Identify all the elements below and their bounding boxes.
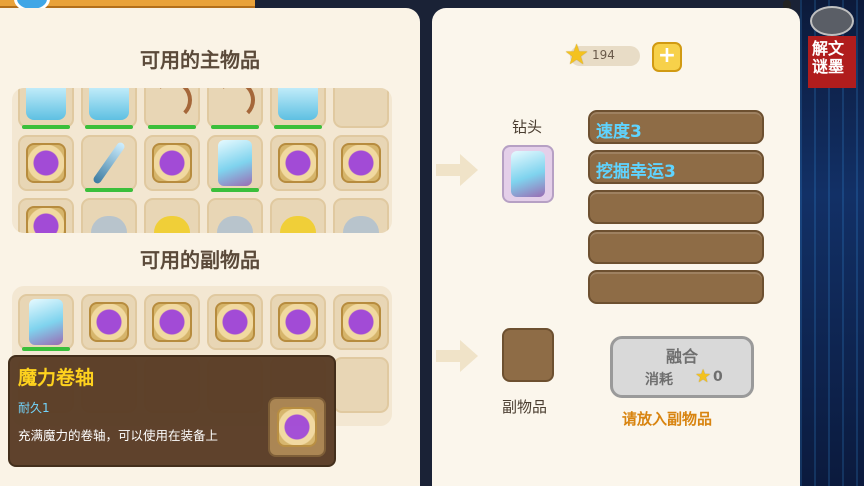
sub-item-slot[interactable] [502, 328, 554, 382]
item-slot[interactable] [333, 357, 389, 413]
arrow-right-icon [436, 340, 478, 372]
tooltip-description: 充满魔力的卷轴，可以使用在装备上 [18, 428, 219, 443]
item-slot[interactable] [144, 294, 200, 350]
sword-icon [91, 141, 127, 185]
durability-bar [22, 347, 70, 351]
attribute-slot [588, 230, 764, 264]
item-slot[interactable] [18, 135, 74, 191]
armor-icon [278, 88, 318, 120]
yellow-icon [154, 216, 190, 233]
bow-icon [215, 88, 255, 120]
item-slot[interactable] [144, 135, 200, 191]
magic-scroll-icon [268, 397, 326, 457]
currency-value: 194 [592, 48, 615, 62]
main-item-label: 钻头 [512, 118, 543, 136]
logo-seal: 解文 谜墨 [808, 36, 856, 88]
item-slot[interactable] [18, 294, 74, 351]
item-slot[interactable] [18, 88, 74, 129]
bow-icon [152, 88, 192, 120]
item-slot[interactable] [270, 294, 326, 350]
plus-icon[interactable]: + [652, 42, 682, 72]
scroll-icon [152, 143, 192, 183]
yellow-icon [280, 216, 316, 233]
drill-icon [29, 299, 63, 345]
attribute-slot [588, 270, 764, 304]
collapse-button[interactable] [810, 6, 854, 36]
scroll-icon [278, 143, 318, 183]
armor-icon [26, 88, 66, 120]
fuse-button[interactable]: 融合 消耗 ★ 0 [610, 336, 754, 398]
item-slot[interactable] [81, 135, 137, 192]
attribute-text: 速度3 [596, 122, 642, 142]
scroll-icon [26, 143, 66, 183]
grey-icon [217, 216, 253, 233]
hint-text: 请放入副物品 [622, 410, 713, 428]
armor-icon [89, 88, 129, 120]
item-slot[interactable] [270, 135, 326, 191]
sub-item-label: 副物品 [502, 398, 548, 416]
consume-label: 消耗 [645, 372, 673, 388]
main-item-slot[interactable] [502, 145, 554, 203]
consume-value: 0 [713, 369, 723, 385]
item-slot[interactable] [18, 198, 74, 233]
item-slot[interactable] [207, 294, 263, 350]
item-slot[interactable] [270, 88, 326, 129]
arrow-right-icon [436, 154, 478, 186]
drill-icon [511, 151, 545, 197]
item-slot[interactable] [81, 88, 137, 129]
scroll-icon [341, 143, 381, 183]
attribute-slot [588, 190, 764, 224]
grey-icon [343, 216, 379, 233]
scroll-icon [26, 206, 66, 233]
fuse-title: 融合 [665, 347, 698, 366]
grey-icon [91, 216, 127, 233]
item-tooltip: 魔力卷轴 耐久1 充满魔力的卷轴，可以使用在装备上 [8, 355, 336, 467]
attribute-text: 挖掘幸运3 [596, 162, 676, 182]
attribute-slot: 挖掘幸运3 [588, 150, 764, 184]
durability-bar [85, 125, 133, 129]
scroll-icon [215, 302, 255, 342]
durability-bar [22, 125, 70, 129]
durability-bar [148, 125, 196, 129]
item-slot[interactable] [207, 198, 263, 233]
item-slot[interactable] [333, 198, 389, 233]
durability-bar [211, 188, 259, 192]
scroll-icon [278, 302, 318, 342]
star-icon: ★ [695, 366, 712, 387]
scroll-icon [89, 302, 129, 342]
star-icon: ★ [564, 38, 590, 71]
item-slot[interactable] [333, 135, 389, 191]
main-items-title: 可用的主物品 [140, 48, 260, 72]
durability-bar [211, 125, 259, 129]
item-slot[interactable] [81, 294, 137, 350]
item-slot[interactable] [333, 294, 389, 350]
item-slot[interactable] [144, 198, 200, 233]
durability-bar [274, 125, 322, 129]
item-slot[interactable] [207, 135, 263, 192]
drill-icon [218, 140, 252, 186]
item-slot[interactable] [207, 88, 263, 129]
item-slot[interactable] [270, 198, 326, 233]
tooltip-durability: 耐久1 [18, 401, 50, 415]
scroll-icon [341, 302, 381, 342]
tooltip-title: 魔力卷轴 [18, 367, 95, 389]
item-slot[interactable] [333, 88, 389, 128]
item-slot[interactable] [144, 88, 200, 129]
scroll-icon [152, 302, 192, 342]
attribute-slot: 速度3 [588, 110, 764, 144]
durability-bar [85, 188, 133, 192]
item-slot[interactable] [81, 198, 137, 233]
sub-items-title: 可用的副物品 [140, 248, 260, 272]
main-items-grid [12, 88, 392, 233]
